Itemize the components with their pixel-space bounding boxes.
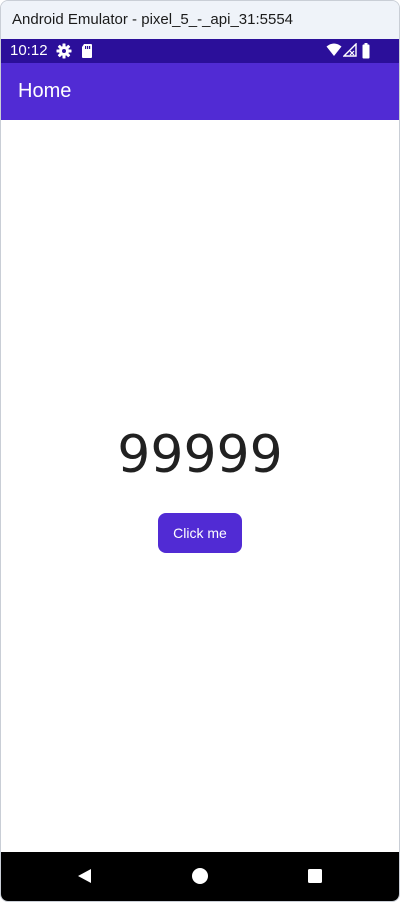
- page-title: Home: [18, 80, 72, 102]
- signal-icon: [343, 43, 357, 57]
- app-bar: Home: [1, 63, 399, 120]
- gear-icon: [56, 43, 72, 59]
- sd-card-icon: [82, 44, 92, 58]
- navigation-bar: [1, 852, 399, 901]
- back-icon[interactable]: [73, 865, 95, 887]
- battery-icon: [362, 43, 370, 59]
- emulator-window: Android Emulator - pixel_5_-_api_31:5554…: [0, 0, 400, 902]
- counter-label: 99999: [117, 425, 283, 485]
- wifi-icon: [326, 43, 342, 56]
- status-bar: 10:12: [1, 39, 399, 63]
- home-icon[interactable]: [189, 865, 211, 887]
- main-content: 99999 Click me: [1, 120, 399, 852]
- recents-icon[interactable]: [304, 865, 326, 887]
- status-time: 10:12: [10, 42, 48, 59]
- window-title: Android Emulator - pixel_5_-_api_31:5554: [1, 1, 399, 39]
- click-me-button[interactable]: Click me: [158, 513, 242, 553]
- device-screen: 10:12 Home 99999 Click me: [1, 39, 399, 901]
